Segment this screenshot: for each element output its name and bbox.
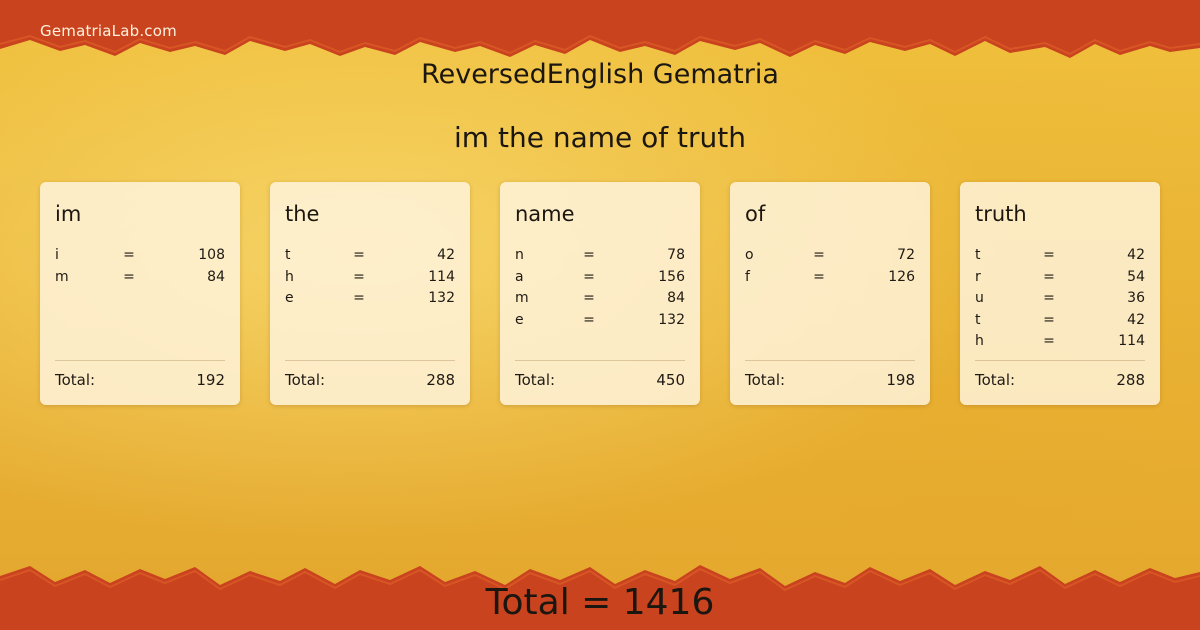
card-divider [55,360,225,361]
letter-list: i = 108 m = 84 [55,245,225,288]
letter-row: t = 42 [975,310,1145,332]
word-card: the t = 42 h = 114 e = 132 Total: 288 [270,182,470,405]
equals-sign: = [1043,268,1055,285]
card-total-value: 288 [1116,371,1145,389]
card-divider [745,360,915,361]
letter: u [975,290,984,307]
letter-row: t = 42 [975,245,1145,267]
letter-row: n = 78 [515,245,685,267]
word-card: name n = 78 a = 156 m = 84 e = 132 Total… [500,182,700,405]
site-name[interactable]: GematriaLab.com [40,22,177,40]
card-total-value: 192 [196,371,225,389]
letter: a [515,268,524,285]
letter-value: 126 [888,268,915,285]
letter-value: 84 [207,268,225,285]
card-word: im [55,202,82,226]
word-card: im i = 108 m = 84 Total: 192 [40,182,240,405]
equals-sign: = [583,268,595,285]
letter: i [55,247,59,263]
letter-value: 36 [1127,290,1145,307]
card-word: of [745,202,766,226]
card-total-label: Total: [975,371,1016,389]
letter: t [975,247,981,263]
letter-list: t = 42 r = 54 u = 36 t = 42 h = 114 [975,245,1145,353]
card-total-value: 198 [886,371,915,389]
input-phrase: im the name of truth [454,121,746,154]
letter-row: m = 84 [515,288,685,310]
card-total-value: 288 [426,371,455,389]
letter-row: i = 108 [55,245,225,267]
letter-list: n = 78 a = 156 m = 84 e = 132 [515,245,685,331]
letter: m [55,268,69,285]
letter-value: 84 [667,290,685,307]
letter-row: u = 36 [975,288,1145,310]
letter: o [745,247,754,263]
letter: t [975,311,981,328]
letter: n [515,247,524,263]
equals-sign: = [583,311,595,328]
equals-sign: = [353,268,365,285]
letter-row: h = 114 [975,331,1145,353]
letter: r [975,268,981,285]
card-divider [975,360,1145,361]
letter: m [515,290,529,307]
letter-value: 42 [1127,247,1145,263]
torn-edge-top-shape [0,0,1200,58]
letter-row: e = 132 [285,288,455,310]
card-divider [285,360,455,361]
letter: e [515,311,524,328]
letter-value: 78 [667,247,685,263]
letter-value: 42 [437,247,455,263]
equals-sign: = [813,247,825,263]
letter: f [745,268,750,285]
equals-sign: = [353,290,365,307]
card-total-label: Total: [515,371,556,389]
letter-row: o = 72 [745,245,915,267]
equals-sign: = [353,247,365,263]
letter: t [285,247,291,263]
letter-value: 72 [897,247,915,263]
letter-value: 132 [428,290,455,307]
page-title: ReversedEnglish Gematria [421,59,779,90]
card-total-label: Total: [745,371,786,389]
letter-value: 108 [198,247,225,263]
letter-row: t = 42 [285,245,455,267]
letter-row: e = 132 [515,310,685,332]
equals-sign: = [583,247,595,263]
word-card: truth t = 42 r = 54 u = 36 t = 42 h = 11… [960,182,1160,405]
letter-list: o = 72 f = 126 [745,245,915,288]
equals-sign: = [1043,290,1055,307]
grand-total: Total = 1416 [485,582,715,623]
letter: h [285,268,294,285]
letter-value: 42 [1127,311,1145,328]
letter: e [285,290,294,307]
card-total-value: 450 [656,371,685,389]
letter-row: a = 156 [515,267,685,289]
equals-sign: = [813,268,825,285]
letter-row: f = 126 [745,267,915,289]
letter-value: 114 [1118,333,1145,350]
letter: h [975,333,984,350]
card-total-label: Total: [55,371,96,389]
letter-row: r = 54 [975,267,1145,289]
letter-row: h = 114 [285,267,455,289]
card-divider [515,360,685,361]
card-total-label: Total: [285,371,326,389]
equals-sign: = [583,290,595,307]
card-word: truth [975,202,1027,226]
equals-sign: = [1043,247,1055,263]
letter-value: 132 [658,311,685,328]
letter-value: 114 [428,268,455,285]
card-word: name [515,202,575,226]
equals-sign: = [123,268,135,285]
equals-sign: = [1043,333,1055,350]
equals-sign: = [1043,311,1055,328]
word-card: of o = 72 f = 126 Total: 198 [730,182,930,405]
letter-list: t = 42 h = 114 e = 132 [285,245,455,310]
card-word: the [285,202,320,226]
letter-value: 54 [1127,268,1145,285]
letter-value: 156 [658,268,685,285]
letter-row: m = 84 [55,267,225,289]
equals-sign: = [123,247,135,263]
